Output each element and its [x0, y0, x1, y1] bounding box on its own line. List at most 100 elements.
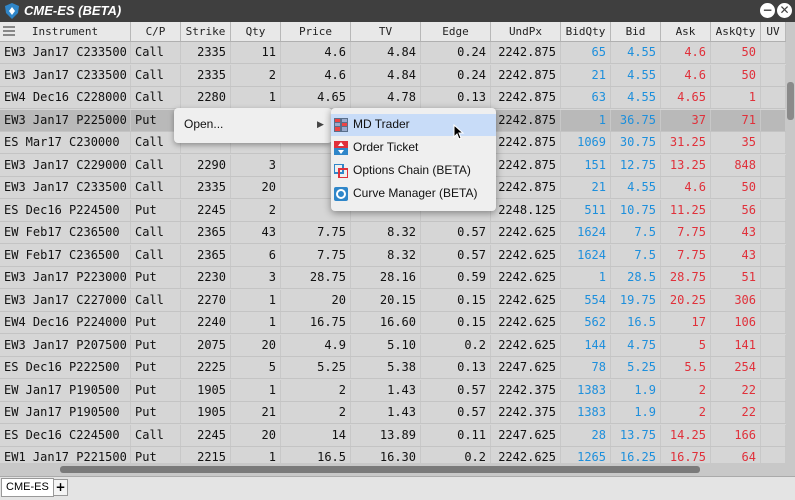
table-row[interactable]: EW Feb17 C236500 Call 2365 6 7.75 8.32 0.57 224…	[0, 244, 786, 267]
column-header-strike[interactable]: Strike	[181, 22, 231, 41]
cell-tv: 8.32	[351, 222, 421, 243]
table-row[interactable]: EW3 Jan17 P223000 Put 2230 3 28.75 28.16 0.59 2…	[0, 267, 786, 289]
cell-uv	[761, 42, 786, 63]
cell-bid: 16.5	[611, 312, 661, 333]
cell-instrument: EW3 Jan17 P207500	[0, 334, 131, 356]
cell-tv: 4.78	[351, 87, 421, 108]
cell-instrument: EW Feb17 C236500	[0, 222, 131, 243]
cell-cp: Put	[131, 379, 181, 401]
column-header-instrument[interactable]: Instrument	[0, 22, 131, 41]
cell-ask: 4.65	[661, 87, 711, 108]
column-header-bidqty[interactable]: BidQty	[561, 22, 611, 41]
table-row[interactable]: EW Feb17 C236500 Call 2365 43 7.75 8.32 0.57 22…	[0, 222, 786, 244]
column-header-qty[interactable]: Qty	[231, 22, 281, 41]
minimize-button[interactable]: −	[760, 3, 775, 18]
cell-instrument: EW4 Dec16 C228000	[0, 87, 131, 108]
table-row[interactable]: EW1 Jan17 P221500 Put 2215 1 16.5 16.30 0.2 224…	[0, 447, 786, 463]
table-row[interactable]: EW Jan17 P190500 Put 1905 1 2 1.43 0.57 2242.37…	[0, 379, 786, 402]
options-chain-menu-item[interactable]: Options Chain (BETA)	[331, 160, 496, 182]
horizontal-scroll-thumb[interactable]	[60, 466, 700, 473]
column-header-uv[interactable]: UV	[761, 22, 786, 41]
table-row[interactable]: EW3 Jan17 C233500 Call 2335 2 4.6 4.84 0.24 224…	[0, 64, 786, 87]
table-row[interactable]: EW3 Jan17 C227000 Call 2270 1 20 20.15 0.15 224…	[0, 289, 786, 312]
column-header-cp[interactable]: C/P	[131, 22, 181, 41]
table-row[interactable]: EW3 Jan17 P207500 Put 2075 20 4.9 5.10 0.2 2242…	[0, 334, 786, 357]
table-row[interactable]: EW4 Dec16 C228000 Call 2280 1 4.65 4.78 0.13 22…	[0, 87, 786, 109]
cell-cp: Put	[131, 267, 181, 288]
cell-edge: 0.15	[421, 312, 491, 333]
cell-qty: 3	[231, 154, 281, 176]
horizontal-scrollbar[interactable]	[0, 463, 786, 476]
md-trader-menu-item[interactable]: MD Trader	[331, 114, 496, 136]
add-tab-button[interactable]: +	[53, 479, 68, 496]
cell-instrument: EW Feb17 C236500	[0, 244, 131, 266]
cell-bidqty: 511	[561, 199, 611, 221]
cell-qty: 2	[231, 199, 281, 221]
cell-cp: Put	[131, 357, 181, 378]
cell-strike: 2270	[181, 289, 231, 311]
cell-ask: 2	[661, 402, 711, 423]
table-row[interactable]: EW3 Jan17 C233500 Call 2335 11 4.6 4.84 0.24 22…	[0, 42, 786, 64]
curve-manager-menu-item[interactable]: Curve Manager (BETA)	[331, 183, 496, 205]
vertical-scrollbar[interactable]	[786, 22, 795, 463]
cell-undpx: 2242.875	[491, 42, 561, 63]
cell-instrument: EW4 Dec16 P224000	[0, 312, 131, 333]
table-row[interactable]: ES Dec16 P222500 Put 2225 5 5.25 5.38 0.13 2247…	[0, 357, 786, 379]
cell-askqty: 56	[711, 199, 761, 221]
cell-bidqty: 1624	[561, 244, 611, 266]
column-header-ask[interactable]: Ask	[661, 22, 711, 41]
cell-instrument: ES Dec16 P224500	[0, 199, 131, 221]
vertical-scroll-thumb[interactable]	[787, 82, 794, 120]
column-header-price[interactable]: Price	[281, 22, 351, 41]
column-header-tv[interactable]: TV	[351, 22, 421, 41]
cell-uv	[761, 447, 786, 463]
tab-cme-es[interactable]: CME-ES	[1, 478, 54, 497]
cell-bid: 1.9	[611, 402, 661, 423]
column-header-bid[interactable]: Bid	[611, 22, 661, 41]
cell-edge: 0.57	[421, 402, 491, 423]
cell-undpx: 2242.375	[491, 379, 561, 401]
table-row[interactable]: EW4 Dec16 P224000 Put 2240 1 16.75 16.60 0.15 2…	[0, 312, 786, 334]
close-button[interactable]: ✕	[777, 3, 792, 18]
cell-cp: Put	[131, 199, 181, 221]
cell-tv: 16.60	[351, 312, 421, 333]
cell-undpx: 2242.625	[491, 267, 561, 288]
open-menu-item[interactable]: Open...	[184, 117, 223, 131]
cell-instrument: EW3 Jan17 C233500	[0, 42, 131, 63]
column-header-undpx[interactable]: UndPx	[491, 22, 561, 41]
cell-askqty: 43	[711, 222, 761, 243]
cell-bidqty: 1	[561, 109, 611, 131]
cell-ask: 37	[661, 109, 711, 131]
cell-ask: 4.6	[661, 177, 711, 198]
table-row[interactable]: EW Jan17 P190500 Put 1905 21 2 1.43 0.57 2242.3…	[0, 402, 786, 424]
cell-tv: 16.30	[351, 447, 421, 463]
order-ticket-menu-item[interactable]: Order Ticket	[331, 137, 496, 159]
cell-ask: 5.5	[661, 357, 711, 378]
orders-grid: Instrument C/P Strike Qty Price TV Edge UndPx Bi…	[0, 22, 786, 463]
table-row[interactable]: ES Dec16 C224500 Call 2245 20 14 13.89 0.11 224…	[0, 424, 786, 447]
cell-bid: 19.75	[611, 289, 661, 311]
cell-bidqty: 1069	[561, 132, 611, 153]
cell-strike: 2365	[181, 222, 231, 243]
grid-header: Instrument C/P Strike Qty Price TV Edge UndPx Bi…	[0, 22, 786, 42]
cell-undpx: 2242.625	[491, 312, 561, 333]
cell-askqty: 106	[711, 312, 761, 333]
column-header-edge[interactable]: Edge	[421, 22, 491, 41]
cell-edge: 0.2	[421, 447, 491, 463]
cell-askqty: 306	[711, 289, 761, 311]
cell-instrument: EW3 Jan17 P225000	[0, 109, 131, 131]
cell-askqty: 64	[711, 447, 761, 463]
cell-qty: 1	[231, 87, 281, 108]
cell-uv	[761, 109, 786, 131]
cell-askqty: 848	[711, 154, 761, 176]
cell-bidqty: 1383	[561, 379, 611, 401]
title-bar: CME-ES (BETA) − ✕	[0, 0, 795, 22]
cell-price: 28.75	[281, 267, 351, 288]
cell-price: 2	[281, 379, 351, 401]
cell-bidqty: 1	[561, 267, 611, 288]
column-header-askqty[interactable]: AskQty	[711, 22, 761, 41]
cell-instrument: EW3 Jan17 C233500	[0, 177, 131, 198]
cell-uv	[761, 64, 786, 86]
cell-bid: 28.5	[611, 267, 661, 288]
cell-tv: 8.32	[351, 244, 421, 266]
